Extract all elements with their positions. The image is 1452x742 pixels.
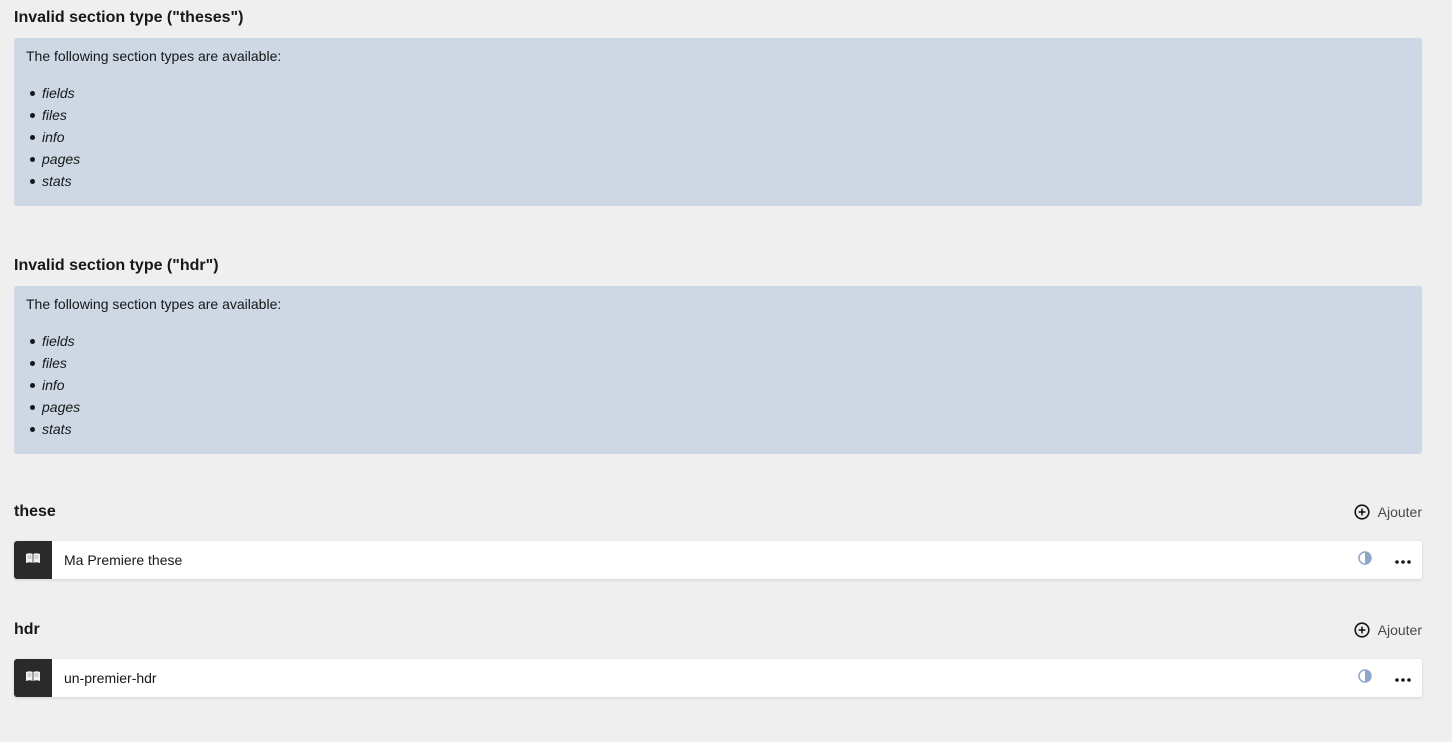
add-button-label: Ajouter: [1377, 622, 1422, 638]
section-types-list: fields files info pages stats: [26, 82, 1410, 192]
add-button[interactable]: Ajouter: [1354, 501, 1422, 523]
error-title: Invalid section type ("hdr"): [14, 257, 219, 274]
section-title: hdr: [14, 621, 40, 638]
status-button[interactable]: [1346, 541, 1384, 579]
pages-section-these: these Ajouter Ma Premiere these: [14, 501, 1422, 579]
section-types-list: fields files info pages stats: [26, 330, 1410, 440]
error-box: The following section types are availabl…: [14, 38, 1422, 206]
add-button[interactable]: Ajouter: [1354, 619, 1422, 641]
book-icon: [25, 551, 41, 569]
page-image: [14, 659, 52, 697]
list-item: stats: [30, 170, 1410, 192]
more-icon: [1395, 669, 1411, 687]
more-icon: [1395, 551, 1411, 569]
status-unlisted-icon: [1358, 550, 1372, 570]
section-title: these: [14, 503, 56, 520]
list-item-page[interactable]: un-premier-hdr: [14, 659, 1422, 697]
list-item: fields: [30, 330, 1410, 352]
section-header: hdr Ajouter: [14, 619, 1422, 641]
error-message: The following section types are availabl…: [26, 48, 282, 64]
error-section-hdr: Invalid section type ("hdr") The followi…: [14, 256, 1422, 454]
list-item-page[interactable]: Ma Premiere these: [14, 541, 1422, 579]
list-item: files: [30, 352, 1410, 374]
add-icon: [1354, 504, 1370, 520]
list-item: pages: [30, 396, 1410, 418]
error-message: The following section types are availabl…: [26, 296, 282, 312]
page-image: [14, 541, 52, 579]
options-button[interactable]: [1384, 541, 1422, 579]
status-unlisted-icon: [1358, 668, 1372, 688]
error-box: The following section types are availabl…: [14, 286, 1422, 454]
status-button[interactable]: [1346, 659, 1384, 697]
list-item: fields: [30, 82, 1410, 104]
error-section-theses: Invalid section type ("theses") The foll…: [14, 8, 1422, 206]
page: Invalid section type ("theses") The foll…: [0, 0, 1452, 742]
book-icon: [25, 669, 41, 687]
list-item: info: [30, 374, 1410, 396]
list-item: pages: [30, 148, 1410, 170]
add-button-label: Ajouter: [1377, 504, 1422, 520]
options-button[interactable]: [1384, 659, 1422, 697]
error-title: Invalid section type ("theses"): [14, 9, 244, 26]
pages-section-hdr: hdr Ajouter un-premier-hdr: [14, 619, 1422, 697]
add-icon: [1354, 622, 1370, 638]
page-title[interactable]: un-premier-hdr: [64, 670, 1346, 686]
list-item: files: [30, 104, 1410, 126]
list-item: info: [30, 126, 1410, 148]
section-header: these Ajouter: [14, 501, 1422, 523]
list-item: stats: [30, 418, 1410, 440]
page-title[interactable]: Ma Premiere these: [64, 552, 1346, 568]
